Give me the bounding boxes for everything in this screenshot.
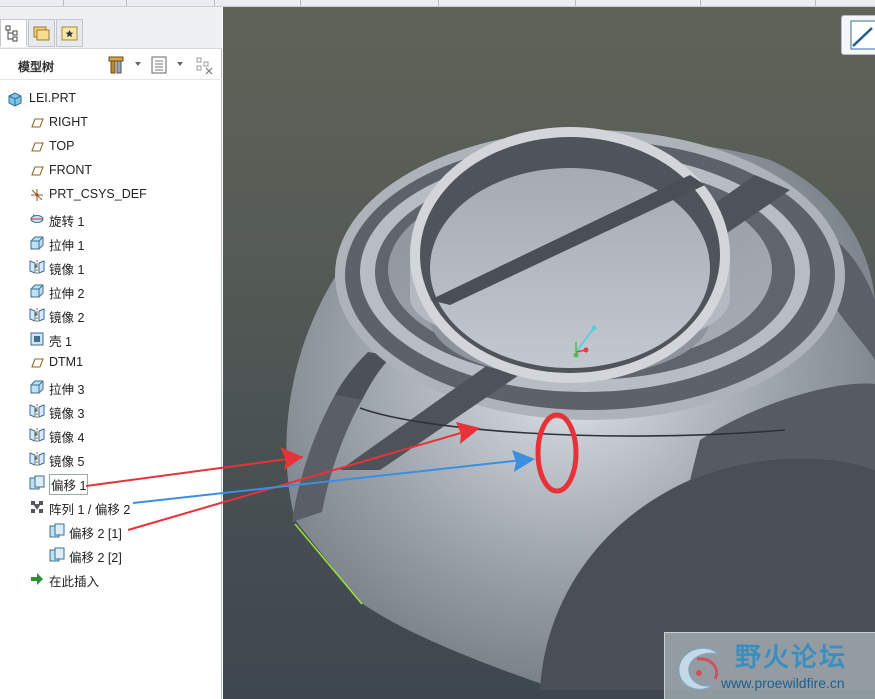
- mirror-icon: [28, 306, 46, 324]
- menu-separator: [815, 0, 816, 6]
- tree-item-label: 镜像 5: [49, 455, 85, 469]
- tree-item[interactable]: 阵列 1 / 偏移 2: [0, 495, 222, 519]
- mirror-icon: [28, 258, 46, 276]
- menu-separator: [438, 0, 439, 6]
- menu-separator: [214, 0, 215, 6]
- tree-item-label: 拉伸 3: [49, 383, 85, 397]
- tree-item[interactable]: 镜像 3: [0, 399, 222, 423]
- extrude-icon: [28, 282, 46, 300]
- tree-item[interactable]: TOP: [0, 135, 222, 159]
- model-tree-header: 模型树: [0, 50, 222, 80]
- offset-icon: [28, 474, 46, 492]
- tree-item-label: PRT_CSYS_DEF: [49, 187, 147, 201]
- revolve-icon: [28, 210, 46, 228]
- folder-browser-icon: [33, 26, 50, 41]
- datum-plane-icon: [28, 114, 46, 132]
- tree-item-label: LEI.PRT: [29, 91, 77, 105]
- datum-plane-icon: [28, 354, 46, 372]
- watermark-title: 野火论坛: [735, 643, 848, 673]
- tree-item[interactable]: 镜像 5: [0, 447, 222, 471]
- tree-item-label: 镜像 3: [49, 407, 85, 421]
- part-model-render[interactable]: [223, 7, 875, 699]
- shell-icon: [28, 330, 46, 348]
- tree-item[interactable]: 偏移 2 [2]: [0, 543, 222, 567]
- datum-plane-icon: [28, 138, 46, 156]
- menu-separator: [63, 0, 64, 6]
- tree-item[interactable]: 镜像 2: [0, 303, 222, 327]
- extrude-icon: [28, 378, 46, 396]
- tree-item[interactable]: 镜像 4: [0, 423, 222, 447]
- tree-item-label: 镜像 1: [49, 263, 85, 277]
- mirror-icon: [28, 402, 46, 420]
- watermark-url: www.proewildfire.cn: [721, 675, 845, 691]
- tree-item[interactable]: 偏移 2 [1]: [0, 519, 222, 543]
- menu-separator: [575, 0, 576, 6]
- tree-item-label: 拉伸 2: [49, 287, 85, 301]
- filter-icon[interactable]: [194, 54, 216, 79]
- tab-model-tree[interactable]: [0, 19, 27, 47]
- settings-dropdown-icon[interactable]: [135, 62, 141, 66]
- graphics-window[interactable]: [223, 7, 875, 699]
- tree-item[interactable]: 拉伸 3: [0, 375, 222, 399]
- tree-item-label: 镜像 2: [49, 311, 85, 325]
- tree-item[interactable]: 壳 1: [0, 327, 222, 351]
- tree-item-label: 偏移 2 [1]: [69, 527, 122, 541]
- menu-strip: [0, 0, 875, 7]
- tree-item[interactable]: LEI.PRT: [0, 87, 222, 111]
- tree-item[interactable]: 旋转 1: [0, 207, 222, 231]
- offset-icon: [48, 522, 66, 540]
- tab-favorites[interactable]: [56, 19, 83, 47]
- part-icon: [6, 90, 24, 108]
- favorites-icon: [61, 26, 78, 41]
- tree-item-label: 阵列 1 / 偏移 2: [49, 503, 131, 517]
- tree-item-label: 偏移 2 [2]: [69, 551, 122, 565]
- tree-item-label: 镜像 4: [49, 431, 85, 445]
- tree-item-label: 拉伸 1: [49, 239, 85, 253]
- tree-item[interactable]: 拉伸 2: [0, 279, 222, 303]
- watermark: 野火论坛 www.proewildfire.cn: [664, 632, 875, 699]
- tree-item[interactable]: DTM1: [0, 351, 222, 375]
- tree-item-label: 旋转 1: [49, 215, 85, 229]
- tree-item-label: FRONT: [49, 163, 93, 177]
- tree-item[interactable]: PRT_CSYS_DEF: [0, 183, 222, 207]
- tree-item-label: 在此插入: [49, 575, 100, 589]
- tree-item[interactable]: RIGHT: [0, 111, 222, 135]
- settings-icon[interactable]: [108, 54, 128, 79]
- panel-title: 模型树: [18, 60, 55, 74]
- insert-here-icon: [28, 570, 46, 588]
- saved-view-button[interactable]: [841, 15, 875, 55]
- pattern-icon: [28, 498, 46, 516]
- tree-item[interactable]: 偏移 1: [0, 471, 222, 495]
- mirror-icon: [28, 450, 46, 468]
- tree-item-label: 偏移 1: [49, 474, 89, 495]
- navigator-tabs: [0, 7, 222, 49]
- tree-item-label: RIGHT: [49, 115, 88, 129]
- mirror-icon: [28, 426, 46, 444]
- tree-item-label: TOP: [49, 139, 75, 153]
- tree-item[interactable]: 拉伸 1: [0, 231, 222, 255]
- menu-separator: [300, 0, 301, 6]
- menu-separator: [700, 0, 701, 6]
- tree-item[interactable]: FRONT: [0, 159, 222, 183]
- tree-item[interactable]: 镜像 1: [0, 255, 222, 279]
- csys-icon: [28, 186, 46, 204]
- show-columns-icon[interactable]: [150, 54, 170, 79]
- tree-item-label: DTM1: [49, 355, 84, 369]
- tree-item[interactable]: 在此插入: [0, 567, 222, 591]
- model-tree-panel: 模型树 LEI.PRT RIGHT TOP FRONT PRT_CSYS_DEF…: [0, 7, 222, 699]
- model-tree-icon: [5, 25, 18, 42]
- view-orientation-icon: [850, 20, 875, 50]
- extrude-icon: [28, 234, 46, 252]
- menu-separator: [126, 0, 127, 6]
- tab-folder-browser[interactable]: [28, 19, 55, 47]
- tree-item-label: 壳 1: [49, 335, 72, 349]
- offset-icon: [48, 546, 66, 564]
- show-dropdown-icon[interactable]: [177, 62, 183, 66]
- datum-plane-icon: [28, 162, 46, 180]
